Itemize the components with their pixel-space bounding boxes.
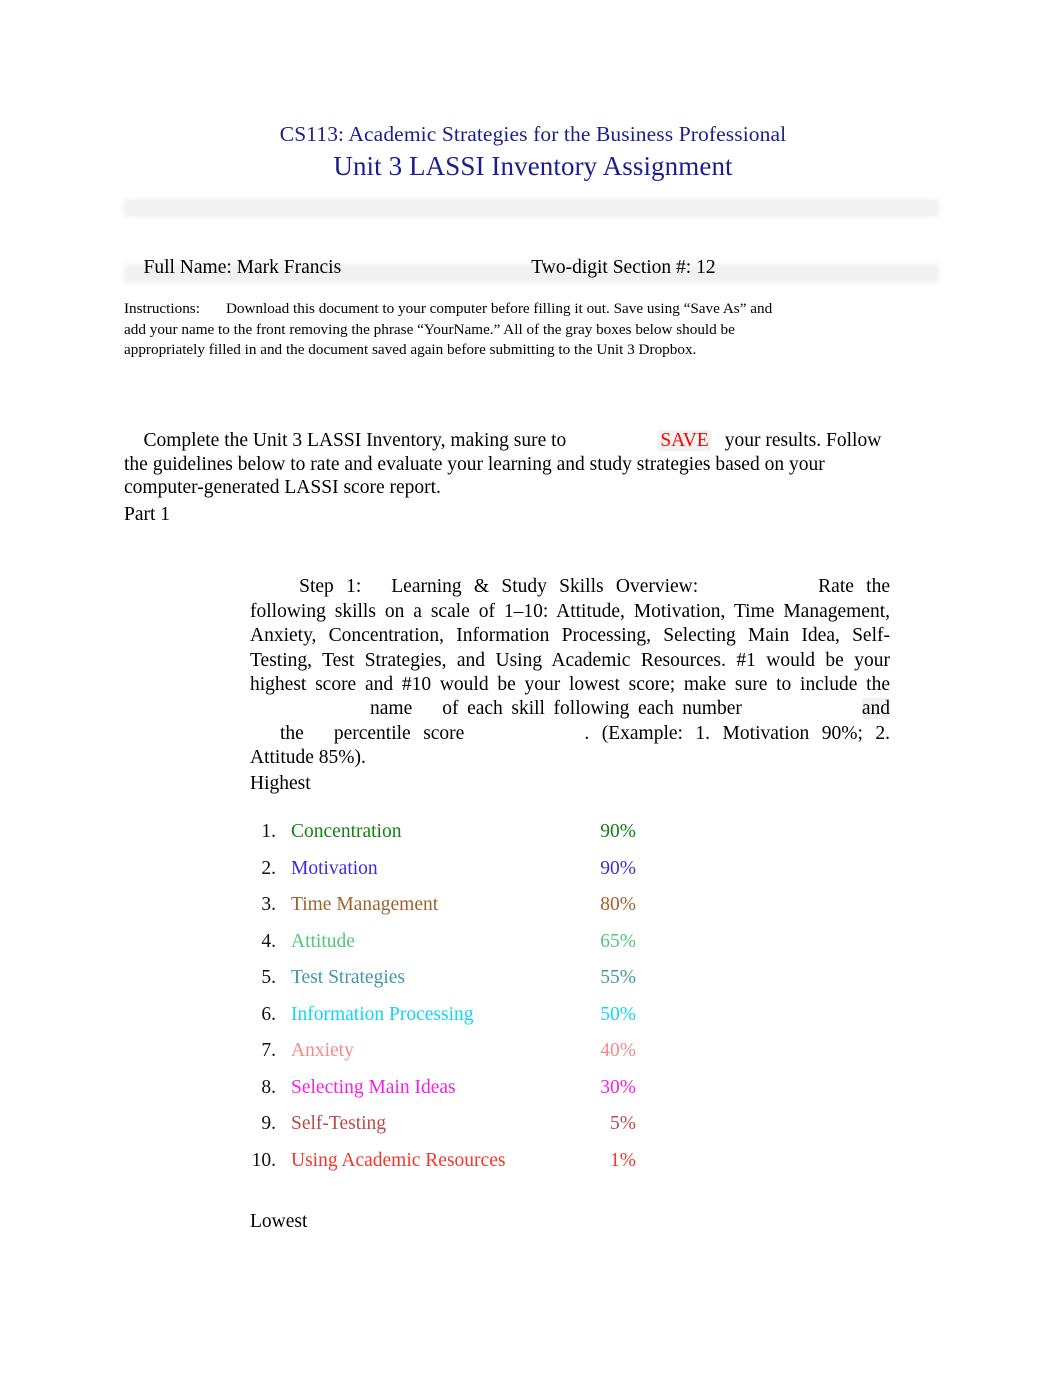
step-word-percentile: percentile score [333,722,465,744]
skill-row: 3. Time Management 80% [236,891,676,928]
skill-percentile[interactable]: 80% [536,891,636,919]
skill-percentile[interactable]: 90% [536,855,636,883]
skill-name[interactable]: Motivation [291,855,378,883]
skill-percentile[interactable]: 55% [536,964,636,992]
step-1-body-second: each skill following each number [467,698,742,720]
skill-row: 2. Motivation 90% [236,855,676,892]
skill-percentile[interactable]: 1% [536,1147,636,1175]
step-word-the: the [280,722,304,744]
skill-percentile[interactable]: 65% [536,928,636,956]
page-title: Unit 3 LASSI Inventory Assignment [333,151,733,181]
skill-rank-number: 4. [261,930,276,952]
header-fields-row: Full Name: Mark Francis Two-digit Section… [124,229,954,307]
skill-percentile[interactable]: 30% [536,1074,636,1102]
skill-row: 6. Information Processing 50% [236,1001,676,1038]
part-1-label: Part 1 [124,504,171,525]
step-word-and: and [861,698,891,720]
skill-row: 8. Selecting Main Ideas 30% [236,1074,676,1111]
skill-row: 10. Using Academic Resources 1% [236,1147,676,1184]
skill-percentile[interactable]: 50% [536,1001,636,1029]
document-page: CS113: Academic Strategies for the Busin… [0,0,1062,1377]
step-1-heading: Learning & Study Skills Overview: [391,576,699,598]
skill-rank-number: 3. [261,894,276,915]
save-emphasis: SAVE [658,429,711,451]
instructions-label: Instructions: [124,300,200,317]
step-word-of: of [442,698,459,720]
skill-name[interactable]: Concentration [291,818,401,846]
skill-rank-number: 9. [261,1113,276,1134]
step-word-name: name [370,698,413,720]
skill-rank-number: 6. [261,1003,276,1025]
document-title-block: CS113: Academic Strategies for the Busin… [123,120,943,184]
skill-name[interactable]: Anxiety [291,1037,354,1065]
skill-row: 1. Concentration 90% [236,818,676,855]
step-1-label: Step 1: [299,576,362,598]
highest-label: Highest [250,773,311,794]
skill-name[interactable]: Using Academic Resources [291,1147,505,1175]
skill-row: 5. Test Strategies 55% [236,964,676,1001]
skill-name[interactable]: Test Strategies [291,964,405,992]
lowest-label: Lowest [250,1211,308,1232]
form-field-shading-top [124,199,939,217]
skill-percentile[interactable]: 90% [536,818,636,846]
skill-percentile[interactable]: 5% [536,1110,636,1138]
instructions-block: Instructions: Download this document to y… [124,299,784,361]
skill-row: 4. Attitude 65% [236,928,676,965]
section-number-field[interactable]: Two-digit Section #: 12 [531,255,715,281]
complete-text-before-save: Complete the Unit 3 LASSI Inventory, mak… [143,429,567,451]
ranked-skills-list: 1. Concentration 90% 2. Motivation 90% 3. Time … [236,818,676,1183]
skill-name[interactable]: Selecting Main Ideas [291,1074,456,1102]
skill-row: 7. Anxiety 40% [236,1037,676,1074]
skill-rank-number: 5. [261,967,276,988]
skill-rank-number: 10. [251,1149,276,1171]
course-title: CS113: Academic Strategies for the Busin… [279,122,787,146]
complete-inventory-paragraph: Complete the Unit 3 LASSI Inventory, mak… [124,405,884,524]
skill-name[interactable]: Information Processing [291,1001,474,1029]
skill-name[interactable]: Self-Testing [291,1110,386,1138]
skill-rank-number: 8. [261,1076,276,1098]
skill-row: 9. Self-Testing 5% [236,1110,676,1147]
full-name-field[interactable]: Full Name: Mark Francis [144,255,342,281]
skill-name[interactable]: Time Management [291,891,438,919]
skill-percentile[interactable]: 40% [536,1037,636,1065]
step-1-paragraph: Step 1: Learning & Study Skills Overview:… [250,551,891,795]
step-period: . [584,722,590,744]
skill-rank-number: 1. [261,821,276,842]
skill-rank-number: 7. [261,1040,276,1061]
skill-rank-number: 2. [261,857,276,879]
instructions-text: Download this document to your computer … [124,300,773,358]
skill-name[interactable]: Attitude [291,928,355,956]
